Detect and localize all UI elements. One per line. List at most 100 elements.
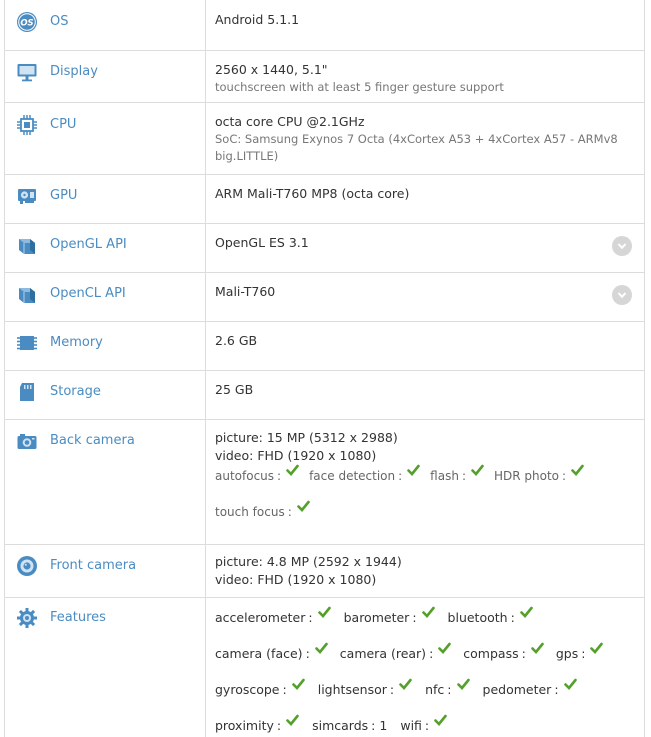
label-cell: Features (5, 598, 206, 737)
row-storage: Storage 25 GB (5, 371, 644, 420)
expand-toggle[interactable] (612, 236, 632, 256)
check-icon (563, 678, 577, 690)
gpu-value: ARM Mali-T760 MP8 (octa core) (215, 186, 410, 201)
chevron-down-icon (617, 292, 627, 299)
value-cell: Mali-T760 (206, 273, 644, 321)
gear-icon (16, 607, 38, 629)
feature-item: barometer: (344, 606, 435, 627)
cube-icon (16, 283, 38, 305)
label-cell: OpenGL API (5, 224, 206, 272)
feature-item: face detection: (309, 464, 420, 485)
check-icon (291, 678, 305, 690)
value-cell: octa core CPU @2.1GHz SoC: Samsung Exyno… (206, 103, 644, 174)
gpu-card-icon (16, 185, 38, 207)
value-cell: ARM Mali-T760 MP8 (octa core) (206, 175, 644, 223)
check-icon (407, 464, 420, 476)
expand-toggle[interactable] (612, 285, 632, 305)
row-os: OS OS Android 5.1.1 (5, 0, 644, 51)
back-camera-features: autofocus: face detection: flash: HDR ph… (215, 464, 634, 485)
feature-item: wifi: (400, 714, 447, 735)
camera-icon (16, 430, 38, 452)
cpu-value: octa core CPU @2.1GHz (215, 114, 365, 129)
row-memory: Memory 2.6 GB (5, 322, 644, 371)
check-icon (286, 464, 299, 476)
row-label: Features (50, 610, 106, 625)
check-icon (286, 714, 299, 726)
value-cell: 2.6 GB (206, 322, 644, 370)
label-cell: Display (5, 51, 206, 102)
value-cell: accelerometer: barometer: bluetooth: cam… (206, 598, 644, 737)
svg-text:OS: OS (20, 19, 33, 29)
check-icon (317, 606, 331, 618)
feature-item: proximity: (215, 714, 299, 735)
check-icon (471, 464, 484, 476)
label-cell: Memory (5, 322, 206, 370)
check-icon (456, 678, 470, 690)
label-cell: OpenCL API (5, 273, 206, 321)
check-icon (571, 464, 584, 476)
row-gpu: GPU ARM Mali-T760 MP8 (octa core) (5, 175, 644, 224)
check-icon (438, 642, 452, 654)
row-opencl: OpenCL API Mali-T760 (5, 273, 644, 322)
row-label: OS (50, 14, 69, 29)
feature-item: touch focus: (215, 500, 310, 521)
check-icon (590, 642, 604, 654)
feature-item: bluetooth: (448, 606, 533, 627)
back-camera-video: video: FHD (1920 x 1080) (215, 448, 377, 463)
row-label: Storage (50, 384, 101, 399)
os-icon: OS (16, 11, 38, 33)
value-cell: picture: 4.8 MP (2592 x 1944) video: FHD… (206, 545, 644, 597)
opengl-value: OpenGL ES 3.1 (215, 235, 309, 250)
row-front-camera: Front camera picture: 4.8 MP (2592 x 194… (5, 545, 644, 598)
back-camera-picture: picture: 15 MP (5312 x 2988) (215, 430, 398, 445)
display-detail: touchscreen with at least 5 finger gestu… (215, 80, 504, 94)
cpu-soc: SoC: Samsung Exynos 7 Octa (4xCortex A53… (215, 132, 618, 163)
row-label: OpenGL API (50, 237, 127, 252)
label-cell: Back camera (5, 420, 206, 544)
storage-value: 25 GB (215, 382, 254, 397)
simcards-count: 1 (379, 718, 388, 733)
features-line-3: gyroscope: lightsensor: nfc: pedometer: (215, 678, 634, 699)
monitor-icon (16, 61, 38, 83)
feature-item: autofocus: (215, 464, 299, 485)
row-label: Memory (50, 335, 103, 350)
value-cell: picture: 15 MP (5312 x 2988) video: FHD … (206, 420, 644, 544)
label-cell: GPU (5, 175, 206, 223)
label-cell: OS OS (5, 0, 206, 50)
check-icon (314, 642, 328, 654)
feature-item: camera (face): (215, 642, 328, 663)
label-cell: Storage (5, 371, 206, 419)
front-camera-picture: picture: 4.8 MP (2592 x 1944) (215, 554, 402, 569)
specs-table: OS OS Android 5.1.1 Display 2560 x 1440,… (4, 0, 645, 737)
row-label: GPU (50, 188, 78, 203)
features-line-4: proximity: simcards:1 wifi: (215, 714, 634, 735)
display-resolution: 2560 x 1440, 5.1" (215, 62, 328, 77)
back-camera-features-2: touch focus: (215, 500, 634, 521)
label-cell: Front camera (5, 545, 206, 597)
row-features: Features accelerometer: barometer: bluet… (5, 598, 644, 737)
row-back-camera: Back camera picture: 15 MP (5312 x 2988)… (5, 420, 644, 545)
memory-value: 2.6 GB (215, 333, 258, 348)
check-icon (399, 678, 412, 690)
front-camera-icon (16, 555, 38, 577)
feature-item: simcards:1 (312, 718, 388, 733)
front-camera-video: video: FHD (1920 x 1080) (215, 572, 377, 587)
value-cell: Android 5.1.1 (206, 0, 644, 50)
features-line-1: accelerometer: barometer: bluetooth: (215, 606, 634, 627)
features-line-2: camera (face): camera (rear): compass: g… (215, 642, 634, 663)
check-icon (519, 606, 533, 618)
cube-icon (16, 234, 38, 256)
row-label: CPU (50, 117, 77, 132)
feature-item: camera (rear): (340, 642, 452, 663)
sd-card-icon (16, 381, 38, 403)
os-value: Android 5.1.1 (215, 12, 300, 27)
feature-item: nfc: (425, 678, 470, 699)
row-opengl: OpenGL API OpenGL ES 3.1 (5, 224, 644, 273)
feature-item: pedometer: (483, 678, 577, 699)
opencl-value: Mali-T760 (215, 284, 276, 299)
feature-item: gyroscope: (215, 678, 305, 699)
check-icon (531, 642, 544, 654)
feature-item: compass: (463, 642, 544, 663)
feature-item: accelerometer: (215, 606, 331, 627)
row-label: OpenCL API (50, 286, 126, 301)
